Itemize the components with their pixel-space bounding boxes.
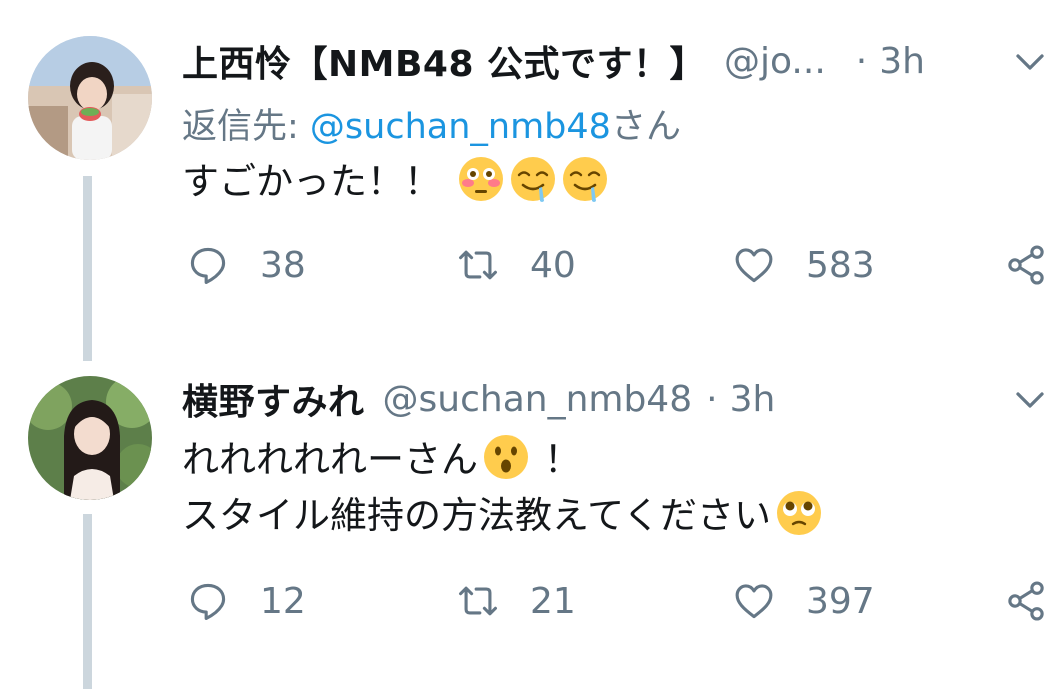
tweet-text: すごかった！！: [182, 154, 609, 210]
avatar[interactable]: [28, 376, 152, 500]
retweet-button[interactable]: 40: [456, 240, 576, 290]
chevron-down-icon[interactable]: [1012, 44, 1048, 80]
reply-button[interactable]: 38: [186, 240, 306, 290]
tweet-header: 上西怜【NMB48 公式です！】 @jo... · 3h: [182, 35, 925, 87]
separator-dot: ·: [855, 40, 868, 82]
tweet-text: れれれれれーさん ！ スタイル維持の方法教えてください: [182, 432, 823, 544]
reply-bubble-icon: [190, 583, 226, 620]
tweet-text-line: すごかった！！: [182, 160, 441, 203]
drooling-face-emoji: [562, 157, 607, 202]
tweet-text-punct: ！: [544, 438, 581, 481]
avatar-photo: [28, 376, 152, 500]
flushed-face-emoji: [458, 157, 503, 201]
reply-bubble-icon: [190, 247, 226, 284]
retweet-icon: [459, 586, 497, 616]
reply-button[interactable]: 12: [186, 576, 306, 626]
retweet-count: 21: [530, 580, 576, 622]
chevron-down-icon[interactable]: [1012, 382, 1048, 418]
display-name[interactable]: 上西怜【NMB48 公式です！】: [182, 35, 706, 87]
action-bar: 38 40 583: [0, 240, 1062, 290]
timestamp[interactable]: 3h: [730, 379, 776, 420]
tweet-header: 横野すみれ @suchan_nmb48 · 3h: [182, 373, 776, 425]
retweet-button[interactable]: 21: [456, 576, 576, 626]
share-icon: [1008, 581, 1044, 621]
display-name[interactable]: 横野すみれ: [182, 373, 365, 425]
drooling-face-emoji: [510, 157, 555, 202]
like-count: 397: [806, 580, 875, 622]
handle[interactable]: @suchan_nmb48: [383, 379, 693, 420]
pleading-face-emoji: [777, 491, 822, 535]
tweet-text-line: スタイル維持の方法教えてください: [182, 494, 772, 537]
tweet-text-line-2: スタイル維持の方法教えてください: [182, 488, 823, 544]
avatar-photo: [28, 36, 152, 160]
heart-icon: [735, 584, 773, 619]
tweet-text-line-1: れれれれれーさん ！: [182, 432, 823, 488]
like-button[interactable]: 583: [732, 240, 875, 290]
action-bar: 12 21 397: [0, 576, 1062, 626]
share-button[interactable]: [1004, 240, 1048, 290]
reply-count: 12: [260, 580, 306, 622]
like-button[interactable]: 397: [732, 576, 875, 626]
reply-mention-link[interactable]: @suchan_nmb48: [310, 107, 611, 147]
share-button[interactable]: [1004, 576, 1048, 626]
share-icon: [1008, 245, 1044, 285]
retweet-icon: [459, 250, 497, 280]
avatar[interactable]: [28, 36, 152, 160]
hushed-face-emoji: [484, 435, 528, 479]
reply-suffix: さん: [610, 107, 681, 147]
tweet-text-line: れれれれれーさん: [182, 438, 478, 481]
reply-prefix: 返信先:: [182, 107, 310, 147]
like-count: 583: [806, 244, 875, 286]
heart-icon: [735, 248, 773, 283]
tweet[interactable]: 上西怜【NMB48 公式です！】 @jo... · 3h 返信先: @sucha…: [0, 0, 1062, 361]
handle[interactable]: @jo...: [724, 41, 826, 82]
retweet-count: 40: [530, 244, 576, 286]
timestamp[interactable]: 3h: [879, 41, 925, 82]
tweet[interactable]: 横野すみれ @suchan_nmb48 · 3h れれれれれーさん ！ スタイル…: [0, 352, 1062, 689]
replying-to: 返信先: @suchan_nmb48さん: [182, 98, 681, 149]
separator-dot: ·: [706, 378, 718, 420]
reply-count: 38: [260, 244, 306, 286]
